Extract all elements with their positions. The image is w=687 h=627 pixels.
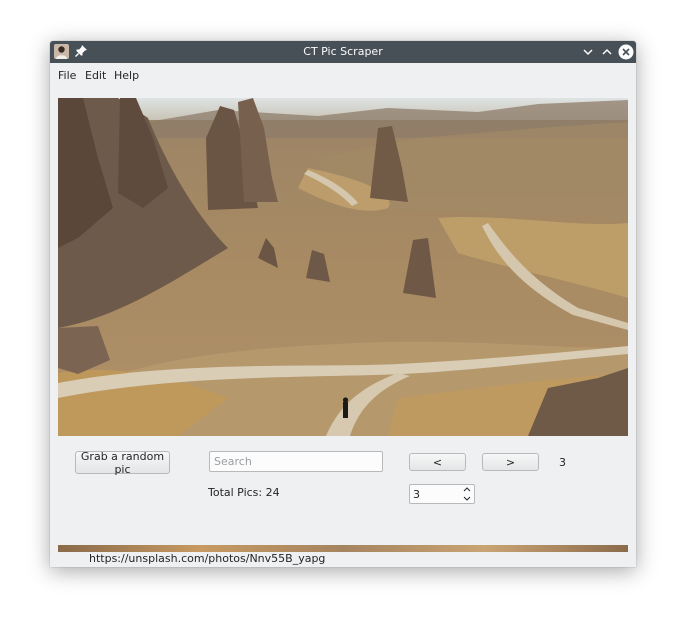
menu-edit[interactable]: Edit <box>85 69 106 82</box>
chevron-up-icon[interactable] <box>463 486 471 493</box>
photo-strip <box>58 545 628 552</box>
window-title: CT Pic Scraper <box>303 45 383 58</box>
spinbox-value[interactable]: 3 <box>413 488 420 501</box>
search-input[interactable] <box>209 451 383 472</box>
menu-help[interactable]: Help <box>114 69 139 82</box>
status-bar-url: https://unsplash.com/photos/Nnv55B_yapg <box>89 552 326 565</box>
desert-photo <box>58 98 628 436</box>
close-icon[interactable] <box>618 44 634 60</box>
chevron-down-icon[interactable] <box>580 44 596 60</box>
title-bar[interactable]: CT Pic Scraper <box>50 41 636 63</box>
controls-panel: Grab a random pic < > 3 Total Pics: 24 3 <box>58 436 628 545</box>
current-index-label: 3 <box>559 456 566 469</box>
chevron-down-icon[interactable] <box>463 495 471 502</box>
grab-random-pic-button[interactable]: Grab a random pic <box>75 450 170 476</box>
chevron-up-icon[interactable] <box>599 44 615 60</box>
menu-bar: File Edit Help <box>50 63 636 88</box>
app-window: CT Pic Scraper File Edit Help Grab a ran… <box>50 41 636 567</box>
previous-button[interactable]: < <box>409 453 466 471</box>
total-pics-label: Total Pics: 24 <box>208 486 280 499</box>
index-spinbox[interactable]: 3 <box>409 484 475 504</box>
next-button[interactable]: > <box>482 453 539 471</box>
menu-file[interactable]: File <box>58 69 76 82</box>
photo-view <box>58 98 628 436</box>
